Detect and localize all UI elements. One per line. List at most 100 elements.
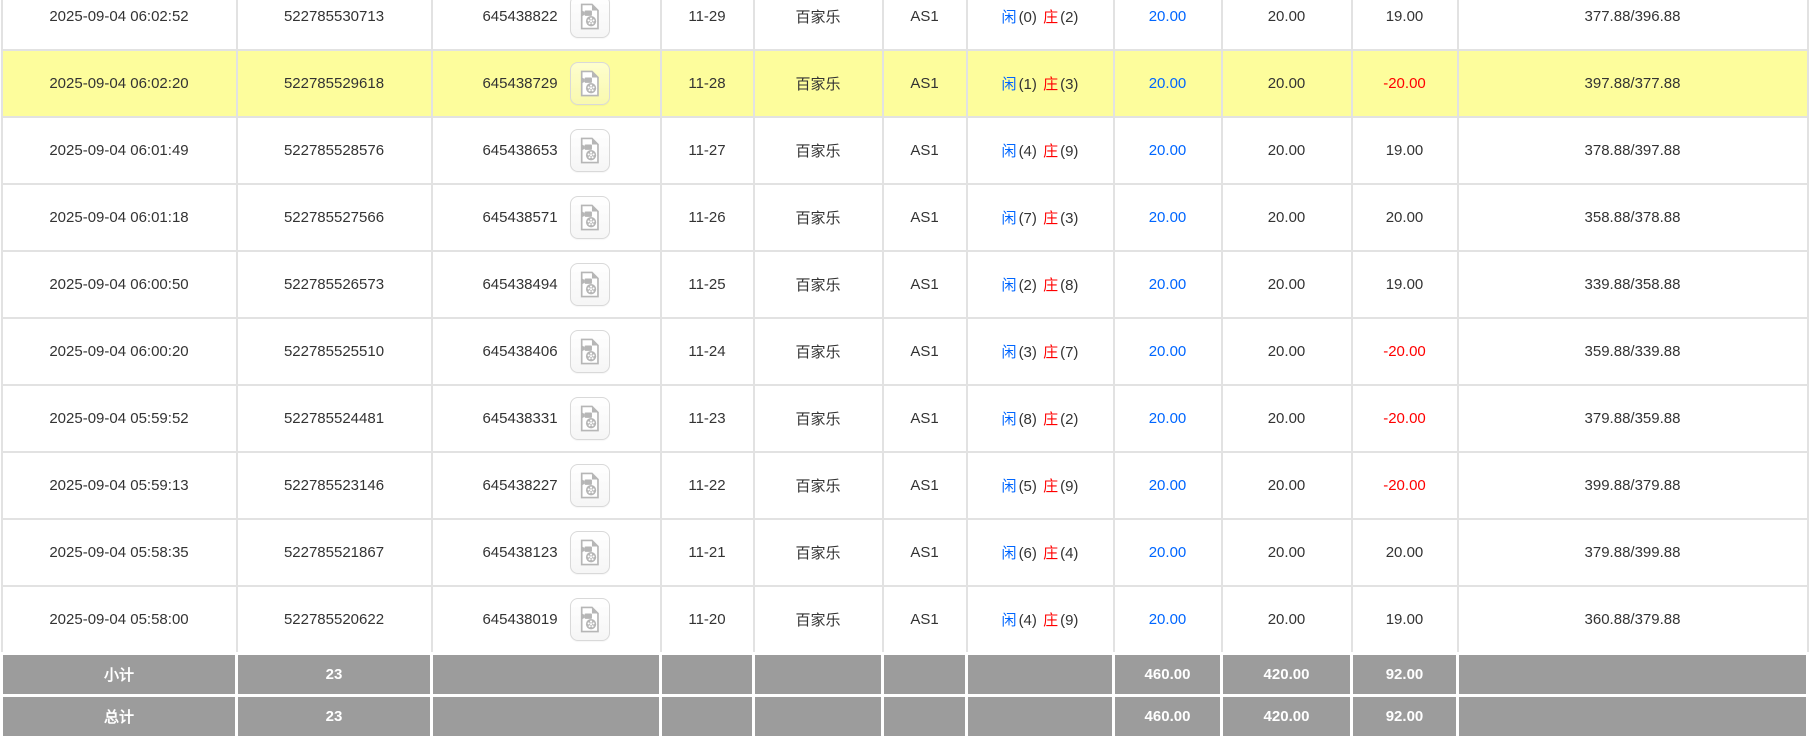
video-replay-button[interactable] — [570, 531, 610, 574]
round-number-cell: 11-29 — [661, 0, 754, 50]
banker-result-points: (7) — [1059, 344, 1079, 361]
bet-record-row[interactable]: 2025-09-04 05:58:35 522785521867 6454381… — [2, 519, 1808, 586]
bet-time-cell: 2025-09-04 05:58:35 — [2, 519, 237, 586]
bet-amount-link[interactable]: 20.00 — [1149, 8, 1187, 25]
bet-order-id-cell: 522785521867 — [237, 519, 432, 586]
total-label: 总计 — [2, 695, 237, 737]
video-replay-button[interactable] — [570, 196, 610, 239]
banker-result-label: 庄 — [1042, 344, 1059, 361]
bet-amount-link[interactable]: 20.00 — [1149, 410, 1187, 427]
video-replay-button[interactable] — [570, 464, 610, 507]
grand-total-row: 总计 23 460.00 420.00 92.00 — [2, 695, 1808, 737]
banker-result-points: (8) — [1059, 277, 1079, 294]
video-replay-button[interactable] — [570, 62, 610, 105]
total-bet-amount: 460.00 — [1114, 695, 1222, 737]
bet-time-cell: 2025-09-04 05:59:52 — [2, 385, 237, 452]
player-result-label: 闲 — [1001, 344, 1018, 361]
bet-record-row[interactable]: 2025-09-04 06:00:50 522785526573 6454384… — [2, 251, 1808, 318]
round-id-value: 645438653 — [482, 142, 557, 159]
table-name-cell: AS1 — [883, 452, 967, 519]
bet-record-row[interactable]: 2025-09-04 05:58:00 522785520622 6454380… — [2, 586, 1808, 653]
banker-result-label: 庄 — [1042, 143, 1059, 160]
bet-amount-cell: 20.00 — [1114, 519, 1222, 586]
banker-result-label: 庄 — [1042, 210, 1059, 227]
bet-record-row[interactable]: 2025-09-04 06:00:20 522785525510 6454384… — [2, 318, 1808, 385]
bet-record-row[interactable]: 2025-09-04 06:02:52 522785530713 6454388… — [2, 0, 1808, 50]
video-replay-button[interactable] — [570, 129, 610, 172]
bet-order-id-cell: 522785520622 — [237, 586, 432, 653]
round-id-cell: 645438406 — [432, 318, 661, 385]
game-type-cell: 百家乐 — [754, 117, 883, 184]
bet-record-row[interactable]: 2025-09-04 06:01:49 522785528576 6454386… — [2, 117, 1808, 184]
player-result-points: (8) — [1018, 411, 1038, 428]
subtotal-row: 小计 23 460.00 420.00 92.00 — [2, 653, 1808, 695]
video-replay-button[interactable] — [570, 0, 610, 38]
bet-time-cell: 2025-09-04 06:00:50 — [2, 251, 237, 318]
valid-amount-cell: 20.00 — [1222, 385, 1352, 452]
bet-amount-link[interactable]: 20.00 — [1149, 544, 1187, 561]
bet-time-cell: 2025-09-04 05:59:13 — [2, 452, 237, 519]
video-file-icon — [576, 471, 603, 500]
player-result-points: (3) — [1018, 344, 1038, 361]
video-replay-button[interactable] — [570, 598, 610, 641]
round-id-cell: 645438729 — [432, 50, 661, 117]
bet-amount-link[interactable]: 20.00 — [1149, 611, 1187, 628]
game-result-cell: 闲(5) 庄(9) — [967, 452, 1114, 519]
banker-result-points: (3) — [1059, 76, 1079, 93]
video-replay-button[interactable] — [570, 397, 610, 440]
game-result-cell: 闲(1) 庄(3) — [967, 50, 1114, 117]
player-result-label: 闲 — [1001, 143, 1018, 160]
total-empty-cell — [883, 695, 967, 737]
round-id-value: 645438019 — [482, 611, 557, 628]
balance-cell: 377.88/396.88 — [1458, 0, 1808, 50]
bet-amount-cell: 20.00 — [1114, 452, 1222, 519]
banker-result-label: 庄 — [1042, 277, 1059, 294]
bet-record-row[interactable]: 2025-09-04 05:59:52 522785524481 6454383… — [2, 385, 1808, 452]
win-loss-cell: -20.00 — [1352, 385, 1458, 452]
balance-cell: 397.88/377.88 — [1458, 50, 1808, 117]
player-result-points: (4) — [1018, 143, 1038, 160]
round-id-cell: 645438331 — [432, 385, 661, 452]
valid-amount-cell: 20.00 — [1222, 50, 1352, 117]
bet-record-row[interactable]: 2025-09-04 06:01:18 522785527566 6454385… — [2, 184, 1808, 251]
game-result-cell: 闲(2) 庄(8) — [967, 251, 1114, 318]
round-id-value: 645438571 — [482, 209, 557, 226]
win-loss-cell: 19.00 — [1352, 0, 1458, 50]
game-type-cell: 百家乐 — [754, 0, 883, 50]
round-id-value: 645438227 — [482, 477, 557, 494]
subtotal-empty-cell — [432, 653, 661, 695]
valid-amount-cell: 20.00 — [1222, 318, 1352, 385]
video-file-icon — [576, 203, 603, 232]
bet-amount-link[interactable]: 20.00 — [1149, 75, 1187, 92]
game-type-cell: 百家乐 — [754, 452, 883, 519]
banker-result-points: (3) — [1059, 210, 1079, 227]
bet-history-table-view: 2025-09-04 06:02:52 522785530713 6454388… — [0, 0, 1809, 741]
banker-result-label: 庄 — [1042, 478, 1059, 495]
video-replay-button[interactable] — [570, 263, 610, 306]
bet-amount-link[interactable]: 20.00 — [1149, 477, 1187, 494]
banker-result-points: (4) — [1059, 545, 1079, 562]
bet-record-row[interactable]: 2025-09-04 06:02:20 522785529618 6454387… — [2, 50, 1808, 117]
banker-result-points: (2) — [1059, 411, 1079, 428]
bet-amount-link[interactable]: 20.00 — [1149, 142, 1187, 159]
round-number-cell: 11-21 — [661, 519, 754, 586]
banker-result-points: (2) — [1059, 9, 1079, 26]
game-result-cell: 闲(0) 庄(2) — [967, 0, 1114, 50]
bet-amount-link[interactable]: 20.00 — [1149, 209, 1187, 226]
video-file-icon — [576, 404, 603, 433]
total-empty-cell — [754, 695, 883, 737]
bet-order-id-cell: 522785523146 — [237, 452, 432, 519]
subtotal-empty-cell — [967, 653, 1114, 695]
valid-amount-cell: 20.00 — [1222, 519, 1352, 586]
total-count: 23 — [237, 695, 432, 737]
bet-record-row[interactable]: 2025-09-04 05:59:13 522785523146 6454382… — [2, 452, 1808, 519]
bet-amount-link[interactable]: 20.00 — [1149, 343, 1187, 360]
player-result-points: (4) — [1018, 612, 1038, 629]
game-result-cell: 闲(8) 庄(2) — [967, 385, 1114, 452]
bet-time-cell: 2025-09-04 05:58:00 — [2, 586, 237, 653]
bet-order-id-cell: 522785527566 — [237, 184, 432, 251]
win-loss-cell: -20.00 — [1352, 50, 1458, 117]
bet-amount-link[interactable]: 20.00 — [1149, 276, 1187, 293]
video-replay-button[interactable] — [570, 330, 610, 373]
banker-result-label: 庄 — [1042, 9, 1059, 26]
